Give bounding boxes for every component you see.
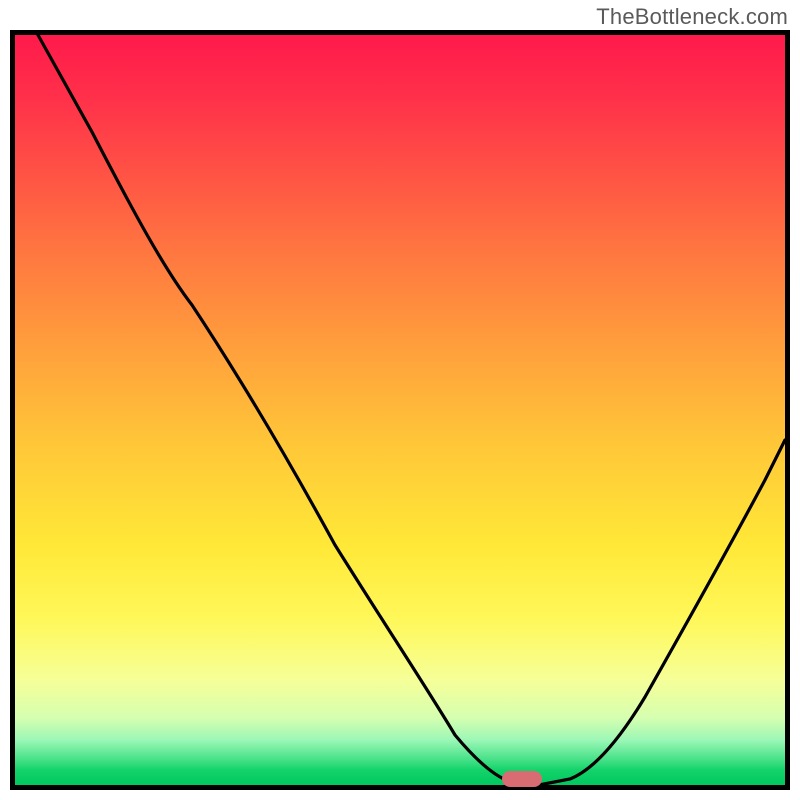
optimal-marker xyxy=(502,771,542,787)
bottleneck-curve-path xyxy=(38,35,785,785)
watermark-text: TheBottleneck.com xyxy=(596,4,788,30)
chart-frame xyxy=(10,30,790,790)
chart-curve-svg xyxy=(15,35,785,785)
